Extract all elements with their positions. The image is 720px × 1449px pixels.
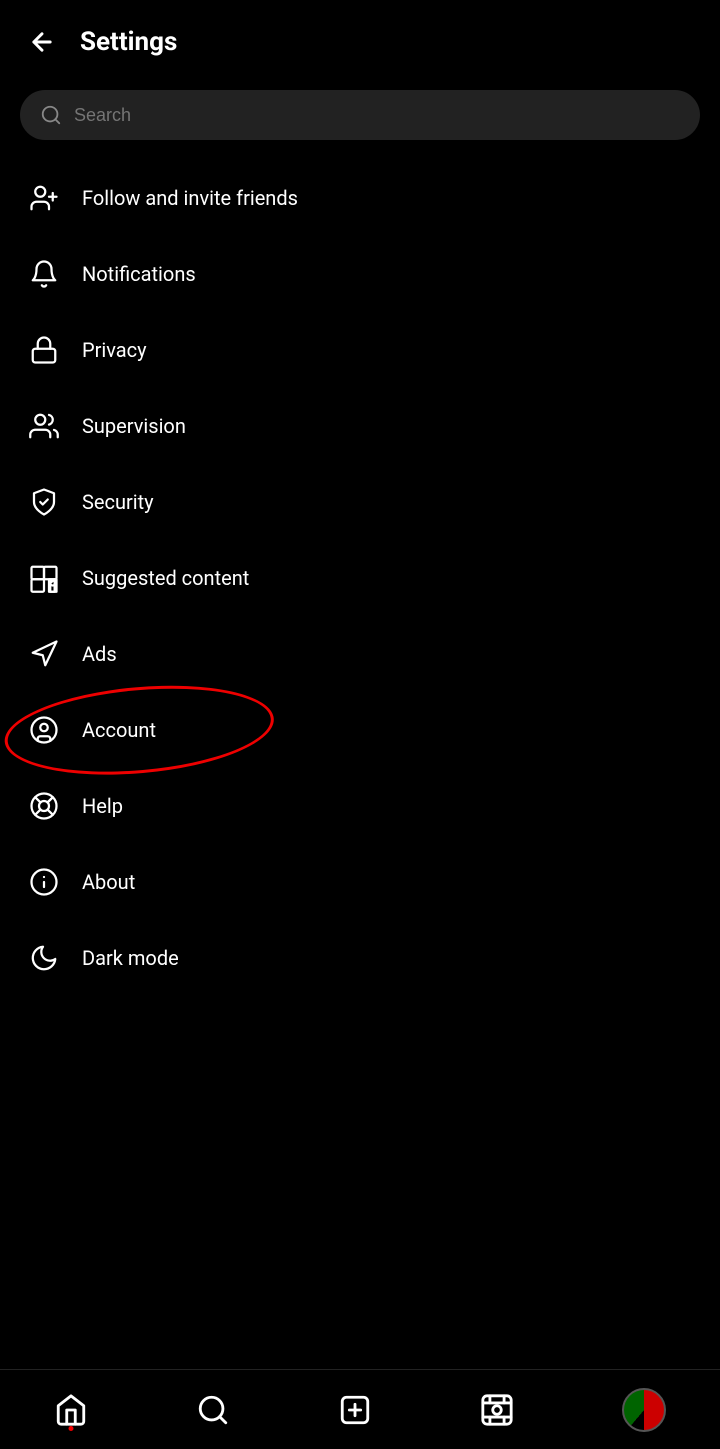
bottom-nav [0,1369,720,1449]
info-icon [28,866,60,898]
menu-label-about: About [82,870,135,894]
lock-icon [28,334,60,366]
nav-search-button[interactable] [186,1383,240,1437]
menu-item-suggested-content[interactable]: Suggested content [0,540,720,616]
menu-label-follow: Follow and invite friends [82,186,298,210]
nav-home-button[interactable] [44,1383,98,1437]
menu-item-follow[interactable]: Follow and invite friends [0,160,720,236]
supervision-icon [28,410,60,442]
suggested-content-icon [28,562,60,594]
menu-label-account: Account [82,718,156,742]
search-icon [40,104,62,126]
menu-label-help: Help [82,794,123,818]
menu-item-security[interactable]: Security [0,464,720,540]
avatar [622,1388,666,1432]
menu-label-supervision: Supervision [82,414,186,438]
nav-reels-button[interactable] [470,1383,524,1437]
search-bar[interactable] [20,90,700,140]
search-container [0,74,720,160]
menu-item-ads[interactable]: Ads [0,616,720,692]
menu-item-privacy[interactable]: Privacy [0,312,720,388]
shield-icon [28,486,60,518]
bell-icon [28,258,60,290]
menu-label-ads: Ads [82,642,117,666]
menu-item-notifications[interactable]: Notifications [0,236,720,312]
lifering-icon [28,790,60,822]
search-input[interactable] [74,105,680,126]
menu-item-account[interactable]: Account [0,692,720,768]
megaphone-icon [28,638,60,670]
menu-item-supervision[interactable]: Supervision [0,388,720,464]
menu-label-suggested-content: Suggested content [82,566,249,590]
settings-header: Settings [0,0,720,74]
menu-item-about[interactable]: About [0,844,720,920]
menu-item-help[interactable]: Help [0,768,720,844]
menu-label-dark-mode: Dark mode [82,946,179,970]
menu-label-notifications: Notifications [82,262,196,286]
menu-item-dark-mode[interactable]: Dark mode [0,920,720,996]
nav-create-button[interactable] [328,1383,382,1437]
menu-label-privacy: Privacy [82,338,147,362]
nav-profile-button[interactable] [612,1378,676,1442]
moon-icon [28,942,60,974]
person-circle-icon [28,714,60,746]
page-title: Settings [80,27,177,57]
home-active-dot [69,1426,74,1431]
person-add-icon [28,182,60,214]
menu-label-security: Security [82,490,154,514]
settings-menu: Follow and invite friends Notifications … [0,160,720,996]
back-button[interactable] [20,20,64,64]
